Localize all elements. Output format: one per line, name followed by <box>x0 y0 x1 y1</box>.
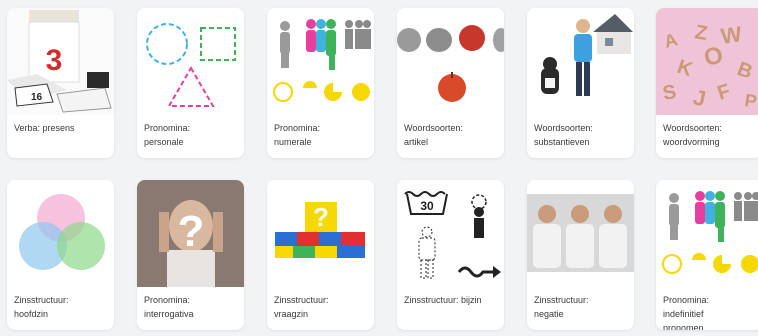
boy-house-cat-image <box>527 8 634 115</box>
card-pronomina-numerale[interactable]: Pronomina: numerale <box>267 8 374 158</box>
laundry-symbols-image: 30 <box>397 180 504 287</box>
card-pronomina-personale[interactable]: Pronomina: personale <box>137 8 244 158</box>
lego-question-image: ? <box>267 180 374 287</box>
letters-image: A Z W K O B S J F P <box>656 8 758 115</box>
card-verba-presens[interactable]: 3 16 Verba: presens <box>7 8 114 158</box>
card-zinsstructuur-hoofdzin[interactable]: Zinsstructuur: hoofdzin <box>7 180 114 330</box>
calendar-number: 3 <box>46 44 63 77</box>
card-caption: Pronomina: personale <box>144 123 191 147</box>
apples-image <box>397 8 504 115</box>
svg-text:W: W <box>719 21 743 49</box>
svg-text:16: 16 <box>31 92 43 103</box>
card-caption: Pronomina: interrogativa <box>144 295 194 319</box>
card-woordsoorten-artikel[interactable]: Woordsoorten: artikel <box>397 8 504 158</box>
card-caption: Zinsstructuur: hoofdzin <box>14 295 69 319</box>
card-woordsoorten-woordvorming[interactable]: A Z W K O B S J F P Woordsoorten: woordvo… <box>656 8 758 158</box>
card-zinsstructuur-vraagzin[interactable]: ? Zinsstructuur: vraagzin <box>267 180 374 330</box>
shapes-image <box>137 8 244 115</box>
people-numbers-image <box>656 180 758 287</box>
svg-text:?: ? <box>178 207 205 256</box>
svg-text:?: ? <box>313 202 329 232</box>
people-numbers-image <box>267 8 374 115</box>
card-zinsstructuur-bijzin[interactable]: 30 Zinsstructuur: bijzin <box>397 180 504 330</box>
laundry-temp: 30 <box>420 199 434 213</box>
card-zinsstructuur-negatie[interactable]: Zinsstructuur: negatie <box>527 180 634 330</box>
three-men-image <box>527 180 634 287</box>
card-caption: Woordsoorten: artikel <box>404 123 463 147</box>
card-woordsoorten-substantieven[interactable]: Woordsoorten: substantieven <box>527 8 634 158</box>
card-caption: Verba: presens <box>14 123 75 133</box>
card-caption: Pronomina: numerale <box>274 123 321 147</box>
card-caption: Pronomina: indefinitief pronomen <box>663 295 710 330</box>
venn-circles-image <box>7 180 114 287</box>
card-pronomina-interrogativa[interactable]: ? Pronomina: interrogativa <box>137 180 244 330</box>
card-caption: Woordsoorten: substantieven <box>534 123 593 147</box>
card-pronomina-indefinitief[interactable]: Pronomina: indefinitief pronomen <box>656 180 758 330</box>
card-caption: Zinsstructuur: vraagzin <box>274 295 329 319</box>
card-caption: Woordsoorten: woordvorming <box>663 123 722 147</box>
calendar-image: 3 16 <box>7 8 114 115</box>
card-caption: Zinsstructuur: negatie <box>534 295 589 319</box>
card-caption: Zinsstructuur: bijzin <box>404 295 482 305</box>
question-person-image: ? <box>137 180 244 287</box>
